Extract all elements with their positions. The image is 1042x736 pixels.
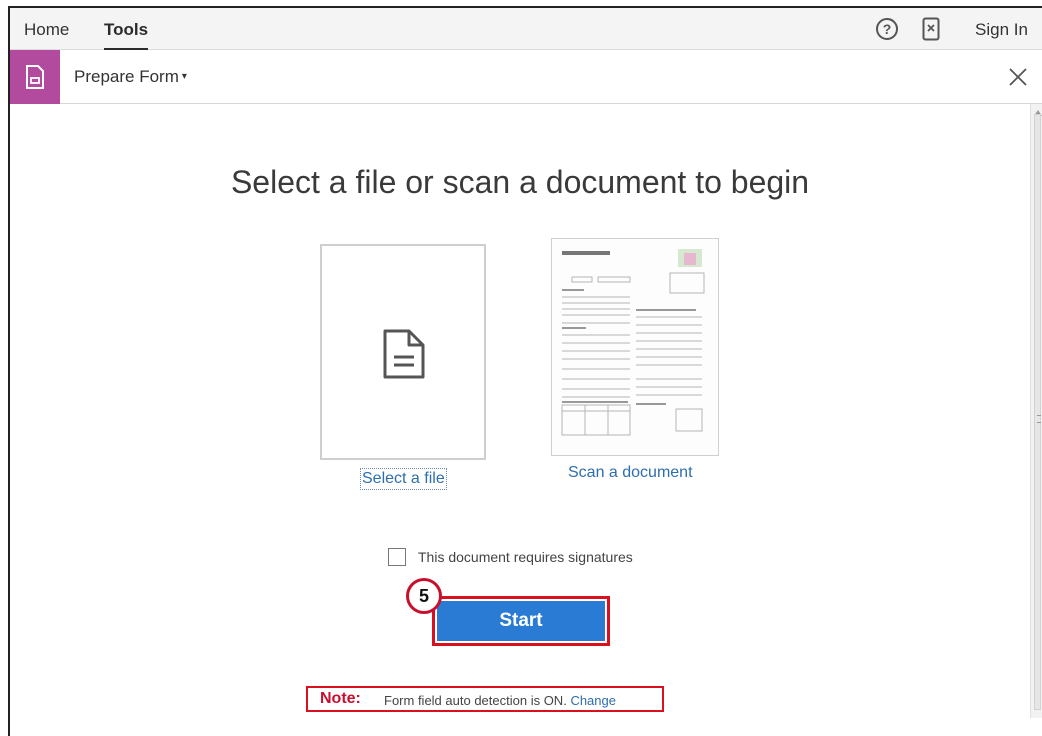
scrollbar-thumb[interactable] — [1034, 114, 1041, 710]
chevron-down-icon: ▾ — [181, 71, 187, 82]
top-menu-bar: Home Tools ? Sign In — [10, 8, 1042, 50]
signatures-checkbox[interactable] — [388, 548, 406, 566]
menu-home[interactable]: Home — [24, 20, 69, 40]
grip-icon — [1037, 415, 1041, 423]
tool-selector[interactable]: Prepare Form ▾ — [74, 67, 187, 87]
note-text: Form field auto detection is ON. Change — [384, 693, 616, 708]
sign-in-link[interactable]: Sign In — [975, 20, 1028, 40]
help-icon[interactable]: ? — [876, 18, 898, 40]
signatures-label[interactable]: This document requires signatures — [418, 549, 633, 565]
form-preview-image — [561, 249, 705, 436]
document-icon — [383, 329, 425, 379]
close-icon[interactable] — [1007, 66, 1029, 88]
start-button-highlight: Start — [432, 596, 610, 646]
menu-tools[interactable]: Tools — [104, 20, 149, 50]
vertical-scrollbar[interactable] — [1030, 104, 1042, 718]
bottom-strip — [10, 718, 1042, 736]
main-panel: Select a file or scan a document to begi… — [10, 104, 1030, 718]
step-number-badge: 5 — [406, 578, 442, 614]
tool-name: Prepare Form — [74, 67, 179, 86]
app-window: Home Tools ? Sign In Prepare Form ▾ Selec… — [8, 6, 1042, 736]
select-file-link[interactable]: Select a file — [360, 468, 447, 490]
prepare-form-icon — [26, 65, 44, 89]
auto-detection-note: Note: Form field auto detection is ON. C… — [306, 686, 664, 712]
page-title: Select a file or scan a document to begi… — [230, 164, 810, 200]
start-button[interactable]: Start — [437, 601, 605, 641]
change-link[interactable]: Change — [570, 693, 616, 708]
scan-document-link[interactable]: Scan a document — [568, 464, 693, 482]
scan-document-thumbnail[interactable] — [551, 238, 719, 456]
tool-header: Prepare Form ▾ — [10, 50, 1042, 104]
select-file-card[interactable] — [320, 244, 486, 460]
tool-badge — [10, 50, 60, 104]
note-label: Note: — [320, 690, 361, 707]
note-message: Form field auto detection is ON. — [384, 693, 567, 708]
mobile-link-icon[interactable] — [922, 17, 940, 41]
